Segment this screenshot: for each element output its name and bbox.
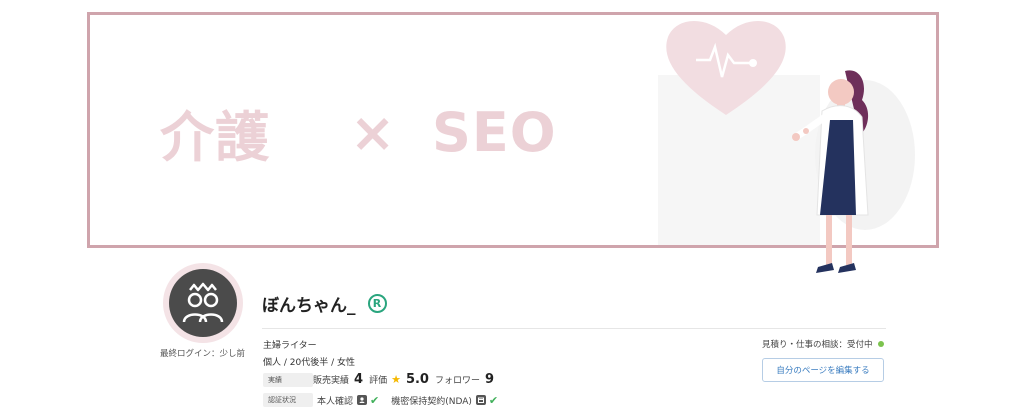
people-icon — [182, 282, 224, 323]
consultation-status: 見積り・仕事の相談：受付中 — [762, 338, 884, 350]
edit-my-page-button[interactable]: 自分のページを編集する — [762, 358, 884, 382]
banner-title: 介護 × SEO — [160, 100, 562, 169]
followers-value[interactable]: 9 — [485, 372, 494, 387]
sales-label: 販売実績 — [313, 376, 350, 386]
identity-verification: 本人確認 ✔ — [317, 394, 387, 407]
nda-verification: 機密保持契約(NDA) ✔ — [391, 394, 506, 407]
avatar-image — [169, 269, 237, 337]
id-card-icon — [357, 395, 368, 405]
user-name[interactable]: ぼんちゃん_ — [262, 291, 356, 316]
profession-text: 主婦ライター — [263, 341, 317, 351]
check-icon: ✔ — [488, 393, 499, 407]
registered-badge-icon: R — [367, 294, 387, 313]
banner-text-seo: SEO — [432, 100, 557, 164]
performance-row: 実績 販売実績 4 評価 ★ 5.0 フォロワー 9 — [263, 372, 500, 387]
check-icon: ✔ — [370, 393, 380, 407]
identity-label: 本人確認 — [317, 396, 354, 407]
verification-row: 認証状況 本人確認 ✔ 機密保持契約(NDA) ✔ — [263, 393, 506, 407]
performance-tag: 実績 — [263, 372, 313, 387]
status-dot-icon — [877, 341, 884, 347]
divider — [262, 328, 886, 329]
nurse-illustration — [658, 20, 915, 273]
sales-value: 4 — [354, 372, 364, 387]
avatar[interactable] — [163, 263, 243, 343]
nda-label: 機密保持契約(NDA) — [391, 396, 472, 407]
verification-tag: 認証状況 — [263, 393, 313, 407]
banner-text-care: 介護 — [160, 105, 270, 169]
consultation-text: 見積り・仕事の相談：受付中 — [762, 340, 873, 350]
rating-value: 5.0 — [405, 372, 429, 387]
star-icon: ★ — [391, 373, 401, 386]
name-row: ぼんちゃん_ R — [262, 291, 387, 316]
attributes-text: 個人 / 20代後半 / 女性 — [263, 358, 355, 368]
rating-label: 評価 — [369, 376, 388, 386]
banner-text-times: × — [350, 100, 397, 164]
followers-label[interactable]: フォロワー — [435, 373, 480, 386]
last-login-text: 最終ログイン：少し前 — [160, 349, 246, 359]
document-icon — [475, 395, 486, 405]
